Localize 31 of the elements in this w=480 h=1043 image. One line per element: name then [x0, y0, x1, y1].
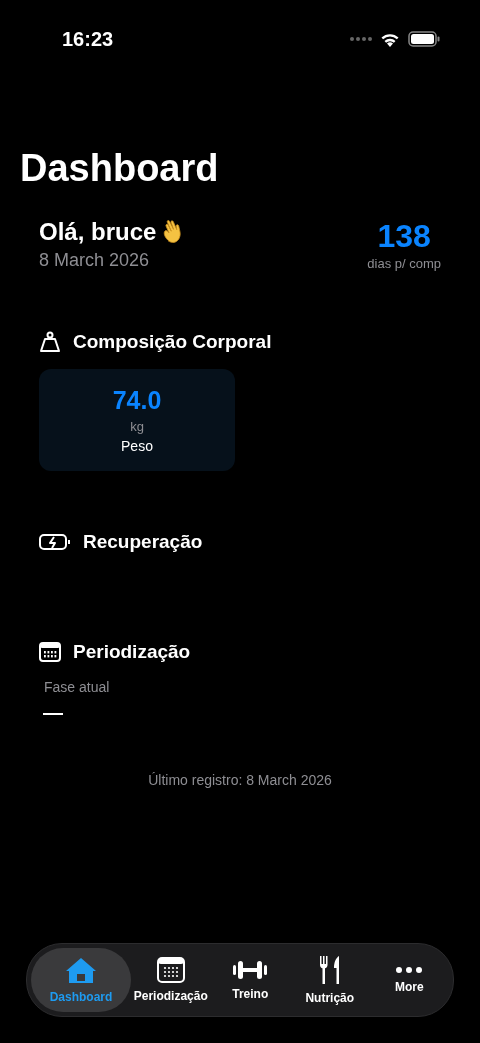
last-record-text: Último registro: 8 March 2026 [147, 772, 333, 788]
battery-charging-icon [39, 533, 71, 551]
wifi-icon [380, 31, 400, 47]
tab[interactable]: Treino [210, 948, 290, 1012]
scale-weight-icon [39, 331, 61, 353]
page-title: Dashboard [20, 146, 220, 190]
dumbbell-icon [232, 959, 269, 981]
phase-label: Fase atual [44, 679, 111, 695]
days-count: 138 [377, 218, 431, 254]
greeting: Olá, bruce [39, 218, 157, 246]
section-title: Composição Corporal [73, 331, 272, 353]
calendar-icon [156, 957, 185, 983]
tab[interactable]: Nutrição [290, 948, 370, 1012]
status-time: 16:23 [62, 27, 114, 51]
battery-icon [408, 31, 440, 47]
phase-value: — [43, 701, 64, 724]
calendar-icon [39, 642, 61, 662]
more-icon [395, 966, 424, 974]
metric-label: Peso [121, 438, 153, 454]
signal-icon [350, 37, 372, 41]
metric-unit: kg [130, 419, 144, 434]
fork-knife-icon [318, 955, 341, 985]
metric-value: 74.0 [112, 386, 162, 415]
section-title: Periodização [73, 641, 191, 663]
tab[interactable]: Periodização [131, 948, 211, 1012]
date-text: 8 March 2026 [39, 250, 151, 271]
tab[interactable]: More [369, 948, 449, 1012]
days-label: dias p/ comp [367, 256, 441, 271]
home-icon [64, 956, 98, 984]
tab[interactable]: Dashboard [31, 948, 131, 1012]
section-title: Recuperação [83, 531, 203, 553]
